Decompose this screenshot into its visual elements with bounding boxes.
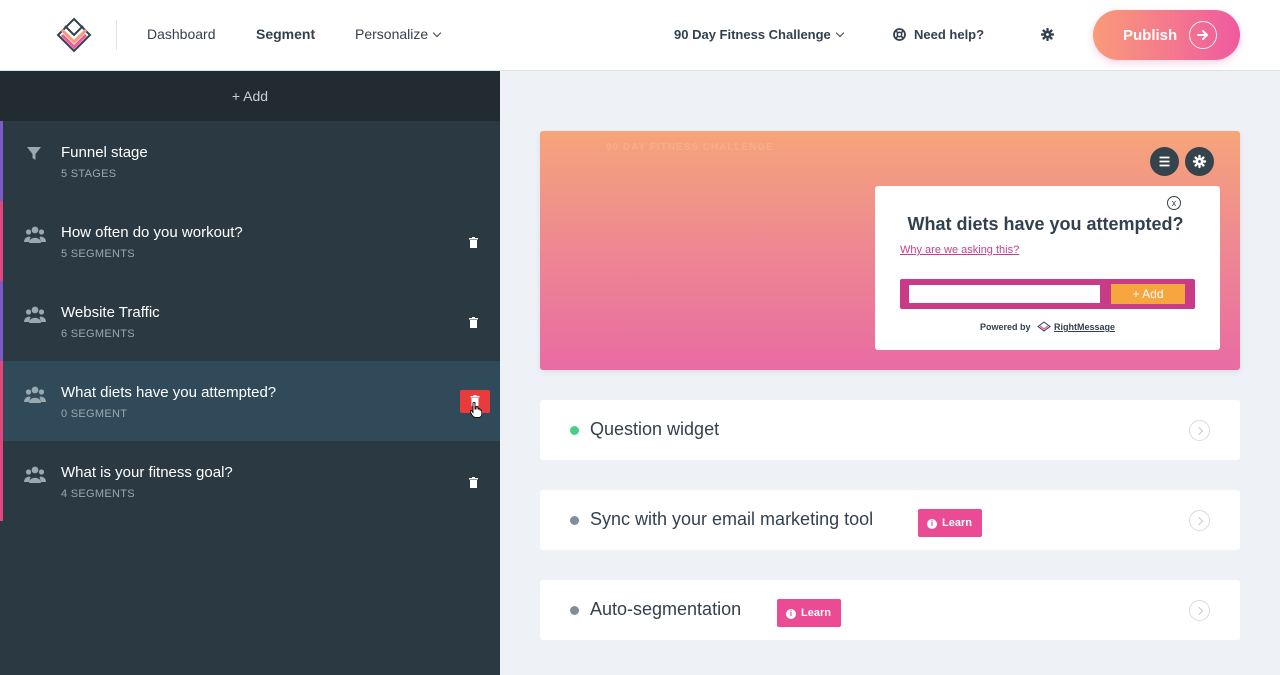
- users-icon: [24, 385, 46, 405]
- gear-icon[interactable]: [1040, 27, 1055, 46]
- powered-by-label: Powered by: [979, 322, 1031, 332]
- rightmessage-logo-icon[interactable]: [54, 15, 94, 55]
- chevron-right-icon[interactable]: [1189, 510, 1210, 531]
- help-label: Need help?: [914, 27, 985, 42]
- info-icon: i: [786, 609, 796, 619]
- segment-accent: [0, 121, 3, 201]
- card-email-sync[interactable]: Sync with your email marketing tool i Lea…: [540, 490, 1240, 550]
- publish-button[interactable]: Publish: [1093, 10, 1240, 60]
- campaign-label: 90 Day Fitness Challenge: [674, 27, 831, 42]
- segment-count: 6 SEGMENTS: [61, 328, 135, 340]
- card-title: Auto-segmentation: [590, 599, 742, 619]
- info-icon: i: [927, 519, 937, 529]
- close-icon[interactable]: x: [1167, 196, 1181, 210]
- card-title: Sync with your email marketing tool: [590, 509, 874, 529]
- add-segment-button[interactable]: + Add: [0, 71, 500, 121]
- nav-segment[interactable]: Segment: [256, 26, 315, 42]
- segment-count: 4 SEGMENTS: [61, 488, 135, 500]
- segment-accent: [0, 281, 3, 361]
- segment-title: Funnel stage: [61, 144, 148, 161]
- segment-count: 0 SEGMENT: [61, 408, 128, 420]
- chevron-down-icon: [835, 28, 845, 38]
- menu-icon[interactable]: [1150, 147, 1179, 176]
- publish-label: Publish: [1123, 27, 1178, 44]
- top-navigation: Dashboard Segment Personalize 90 Day Fit…: [0, 0, 1280, 71]
- preview-site-title: 90 DAY FITNESS CHALLENGE: [606, 142, 774, 153]
- nav-divider: [116, 20, 117, 50]
- segment-item-website-traffic[interactable]: Website Traffic 6 SEGMENTS: [0, 281, 500, 361]
- arrow-right-icon: [1189, 21, 1217, 49]
- learn-button[interactable]: i Learn: [777, 599, 841, 627]
- campaign-selector[interactable]: 90 Day Fitness Challenge: [674, 27, 845, 42]
- status-dot: [570, 426, 579, 435]
- segment-title: Website Traffic: [61, 304, 160, 321]
- learn-label: Learn: [801, 607, 831, 619]
- segment-item-workout[interactable]: How often do you workout? 5 SEGMENTS: [0, 201, 500, 281]
- trash-icon[interactable]: [469, 315, 478, 328]
- segment-title: How often do you workout?: [61, 224, 243, 241]
- chevron-right-icon[interactable]: [1189, 420, 1210, 441]
- status-dot: [570, 606, 579, 615]
- why-link[interactable]: Why are we asking this?: [900, 244, 1019, 256]
- card-question-widget[interactable]: Question widget: [540, 400, 1240, 460]
- trash-icon[interactable]: [469, 475, 478, 488]
- segment-title: What is your fitness goal?: [61, 464, 233, 481]
- trash-icon[interactable]: [469, 235, 478, 248]
- popup-add-button[interactable]: + Add: [1111, 284, 1185, 304]
- users-icon: [24, 225, 46, 245]
- widget-preview: 90 DAY FITNESS CHALLENGE x What diets ha…: [540, 131, 1240, 370]
- card-auto-segmentation[interactable]: Auto-segmentation i Learn: [540, 580, 1240, 640]
- help-link[interactable]: Need help?: [893, 27, 984, 42]
- users-icon: [24, 305, 46, 325]
- segment-title: What diets have you attempted?: [61, 384, 277, 401]
- segment-accent: [0, 361, 3, 441]
- segment-sidebar: + Add Funnel stage 5 STAGES How often do…: [0, 71, 500, 675]
- brand-link[interactable]: RightMessage: [1054, 322, 1115, 332]
- powered-by: Powered by RightMessage: [875, 321, 1220, 332]
- segment-count: 5 SEGMENTS: [61, 248, 135, 260]
- segment-accent: [0, 201, 3, 281]
- rightmessage-logo-icon: [1037, 321, 1051, 332]
- segment-accent: [0, 441, 3, 521]
- learn-button[interactable]: i Learn: [918, 509, 982, 537]
- nav-dashboard[interactable]: Dashboard: [147, 26, 216, 42]
- chevron-right-icon[interactable]: [1189, 600, 1210, 621]
- answer-input[interactable]: [909, 285, 1100, 303]
- question-popup: x What diets have you attempted? Why are…: [875, 186, 1220, 350]
- nav-personalize[interactable]: Personalize: [355, 26, 442, 42]
- card-title: Question widget: [590, 419, 720, 439]
- popup-question: What diets have you attempted?: [907, 214, 1184, 234]
- lifebuoy-icon: [893, 28, 906, 41]
- segment-count: 5 STAGES: [61, 168, 117, 180]
- segment-item-fitness-goal[interactable]: What is your fitness goal? 4 SEGMENTS: [0, 441, 500, 521]
- hand-cursor-icon: [469, 401, 483, 423]
- status-dot: [570, 516, 579, 525]
- filter-icon: [24, 145, 46, 165]
- chevron-down-icon: [432, 28, 442, 38]
- learn-label: Learn: [942, 517, 972, 529]
- gear-icon[interactable]: [1185, 147, 1214, 176]
- popup-form: + Add: [900, 279, 1195, 309]
- users-icon: [24, 465, 46, 485]
- nav-personalize-label: Personalize: [355, 26, 429, 42]
- segment-item-diets[interactable]: What diets have you attempted? 0 SEGMENT: [0, 361, 500, 441]
- segment-item-funnel-stage[interactable]: Funnel stage 5 STAGES: [0, 121, 500, 201]
